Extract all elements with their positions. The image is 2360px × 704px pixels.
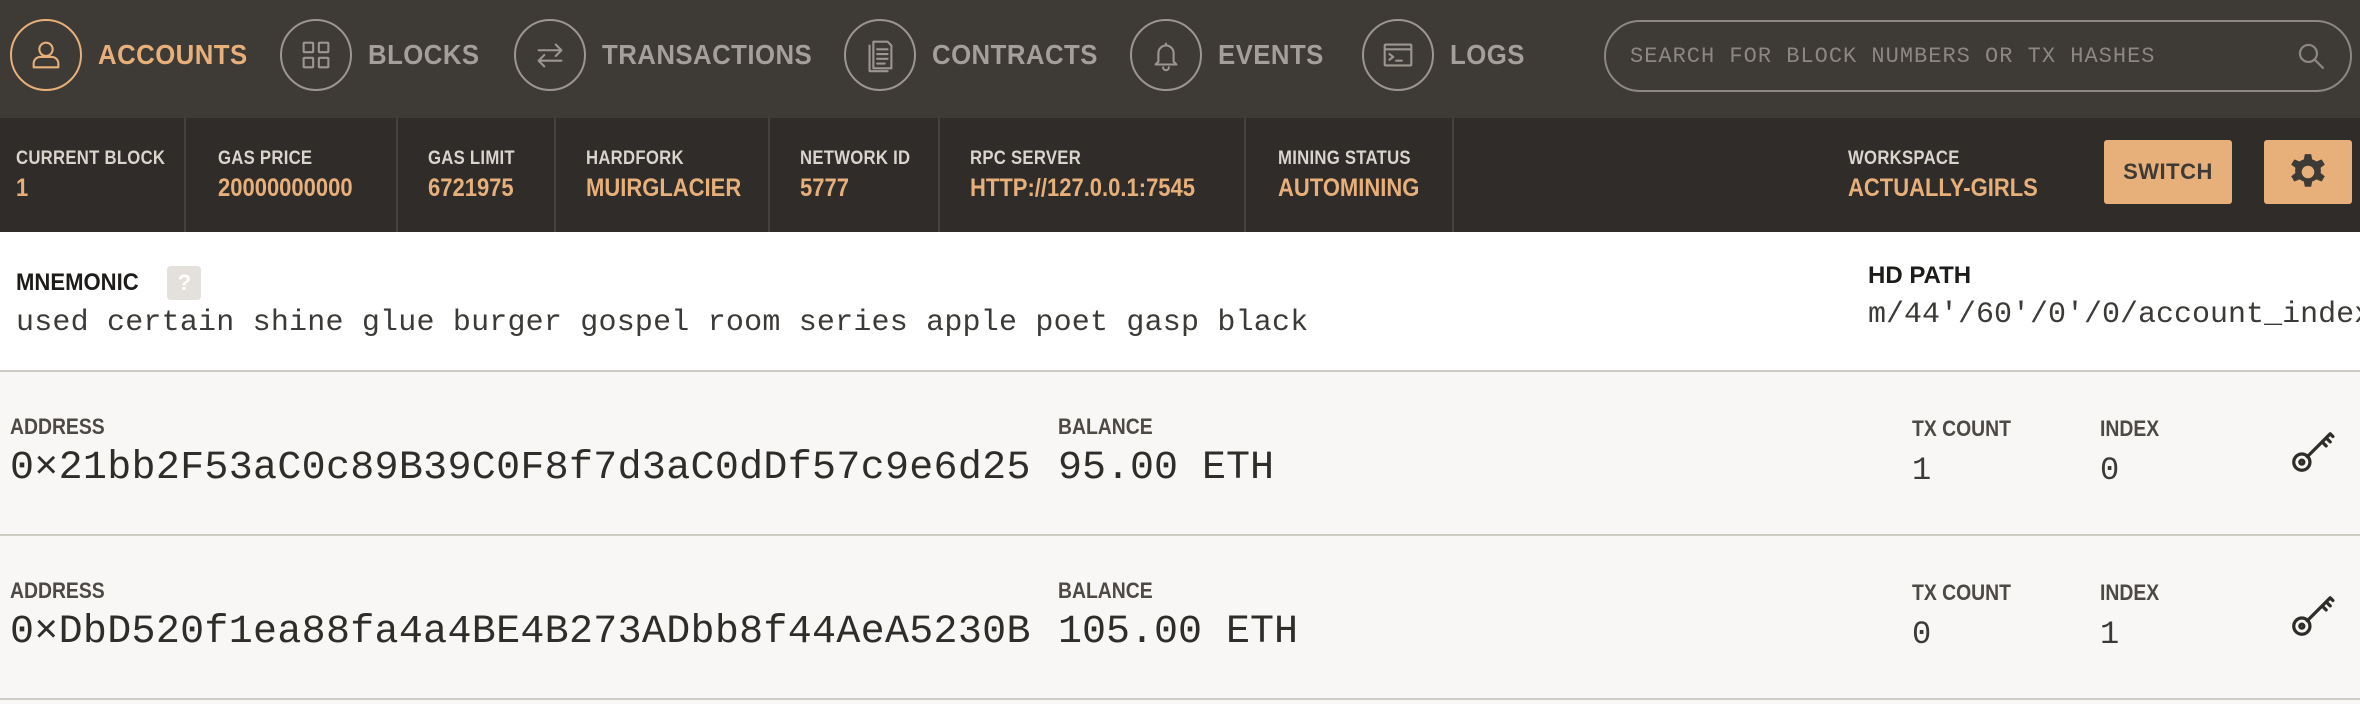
address-label: ADDRESS	[10, 578, 105, 603]
workspace-label: WORKSPACE	[1848, 148, 1960, 169]
divider	[396, 118, 398, 232]
mnemonic-panel: MNEMONIC ? used certain shine glue burge…	[0, 232, 2360, 372]
network-id-value: 5777	[800, 174, 849, 202]
rpc-server-value: HTTP://127.0.0.1:7545	[970, 174, 1196, 202]
nav-contracts-label: CONTRACTS	[932, 39, 1098, 70]
workspace-stat: WORKSPACE ACTUALLY-GIRLS	[1848, 118, 2064, 232]
divider	[184, 118, 186, 232]
search-input[interactable]	[1630, 43, 2294, 69]
gas-price-label: GAS PRICE	[218, 148, 313, 169]
show-keys-button[interactable]	[2286, 586, 2342, 642]
nav-logs-label: LOGS	[1450, 39, 1525, 70]
nav-transactions[interactable]: TRANSACTIONS	[514, 18, 830, 92]
divider	[1244, 118, 1246, 232]
index-label: INDEX	[2100, 580, 2160, 605]
current-block-stat: CURRENT BLOCK 1	[16, 118, 186, 232]
divider	[554, 118, 556, 232]
nav-logs[interactable]: LOGS	[1362, 18, 1531, 92]
gas-price-value: 20000000000	[218, 174, 353, 202]
top-navigation: ACCOUNTS BLOCKS TRANSACTIONS CONTRACTS E…	[0, 0, 2360, 118]
divider	[938, 118, 940, 232]
hardfork-label: HARDFORK	[586, 148, 684, 169]
person-icon	[10, 19, 82, 91]
gas-limit-stat: GAS LIMIT 6721975	[428, 118, 527, 232]
mining-status-value: AUTOMINING	[1278, 174, 1420, 202]
nav-events-label: EVENTS	[1218, 39, 1324, 70]
network-id-stat: NETWORK ID 5777	[800, 118, 925, 232]
rpc-server-stat: RPC SERVER HTTP://127.0.0.1:7545	[970, 118, 1226, 232]
help-icon[interactable]: ?	[167, 266, 202, 300]
switch-workspace-button[interactable]: SWITCH	[2104, 140, 2232, 204]
account-address: 0×DbD520f1ea88fa4a4BE4B273ADbb8f44AeA523…	[10, 610, 1031, 655]
current-block-label: CURRENT BLOCK	[16, 148, 166, 169]
rpc-server-label: RPC SERVER	[970, 148, 1082, 169]
mining-status-stat: MINING STATUS AUTOMINING	[1278, 118, 1439, 232]
nav-events[interactable]: EVENTS	[1130, 18, 1333, 92]
mnemonic-words: used certain shine glue burger gospel ro…	[16, 306, 1309, 340]
search-icon[interactable]	[2294, 39, 2328, 73]
nav-accounts[interactable]: ACCOUNTS	[10, 18, 261, 92]
workspace-value: ACTUALLY-GIRLS	[1848, 174, 2038, 202]
divider	[768, 118, 770, 232]
gas-limit-label: GAS LIMIT	[428, 148, 515, 169]
nav-accounts-label: ACCOUNTS	[98, 39, 248, 70]
network-id-label: NETWORK ID	[800, 148, 911, 169]
document-icon	[844, 19, 916, 91]
account-address: 0×21bb2F53aC0c89B39C0F8f7d3aC0dDf57c9e6d…	[10, 446, 1031, 491]
nav-transactions-label: TRANSACTIONS	[602, 39, 813, 70]
hardfork-stat: HARDFORK MUIRGLACIER	[586, 118, 762, 232]
hd-path-value: m/44'/60'/0'/0/account_index	[1868, 298, 2360, 332]
divider	[1452, 118, 1454, 232]
gas-price-stat: GAS PRICE 20000000000	[218, 118, 371, 232]
account-balance: 105.00 ETH	[1058, 610, 1299, 655]
address-label: ADDRESS	[10, 414, 105, 439]
nav-blocks[interactable]: BLOCKS	[280, 18, 489, 92]
balance-label: BALANCE	[1058, 414, 1153, 439]
gear-icon	[2291, 154, 2325, 187]
grid-icon	[280, 19, 352, 91]
key-icon	[2292, 432, 2335, 472]
nav-contracts[interactable]: CONTRACTS	[844, 18, 1112, 92]
arrows-swap-icon	[514, 19, 586, 91]
status-bar: CURRENT BLOCK 1 GAS PRICE 20000000000 GA…	[0, 118, 2360, 232]
tx-count-label: TX COUNT	[1912, 580, 2011, 605]
hardfork-value: MUIRGLACIER	[586, 174, 742, 202]
tx-count-label: TX COUNT	[1912, 416, 2011, 441]
terminal-icon	[1362, 19, 1434, 91]
search-bar	[1604, 20, 2352, 92]
mining-status-label: MINING STATUS	[1278, 148, 1411, 169]
account-balance: 95.00 ETH	[1058, 446, 1275, 491]
hd-path-title: HD PATH	[1868, 262, 1972, 289]
account-row[interactable]: ADDRESS 0×DbD520f1ea88fa4a4BE4B273ADbb8f…	[0, 536, 2360, 700]
key-icon	[2292, 596, 2335, 636]
index-value: 0	[2100, 452, 2120, 489]
tx-count-value: 0	[1912, 616, 1932, 653]
current-block-value: 1	[16, 174, 29, 202]
mnemonic-title: MNEMONIC	[16, 269, 139, 296]
mnemonic-header: MNEMONIC ?	[16, 266, 202, 300]
settings-button[interactable]	[2264, 140, 2352, 204]
account-row[interactable]: ADDRESS 0×21bb2F53aC0c89B39C0F8f7d3aC0dD…	[0, 372, 2360, 536]
bell-icon	[1130, 19, 1202, 91]
balance-label: BALANCE	[1058, 578, 1153, 603]
tx-count-value: 1	[1912, 452, 1932, 489]
index-value: 1	[2100, 616, 2120, 653]
index-label: INDEX	[2100, 416, 2160, 441]
nav-blocks-label: BLOCKS	[368, 39, 480, 70]
gas-limit-value: 6721975	[428, 174, 514, 202]
show-keys-button[interactable]	[2286, 422, 2342, 478]
